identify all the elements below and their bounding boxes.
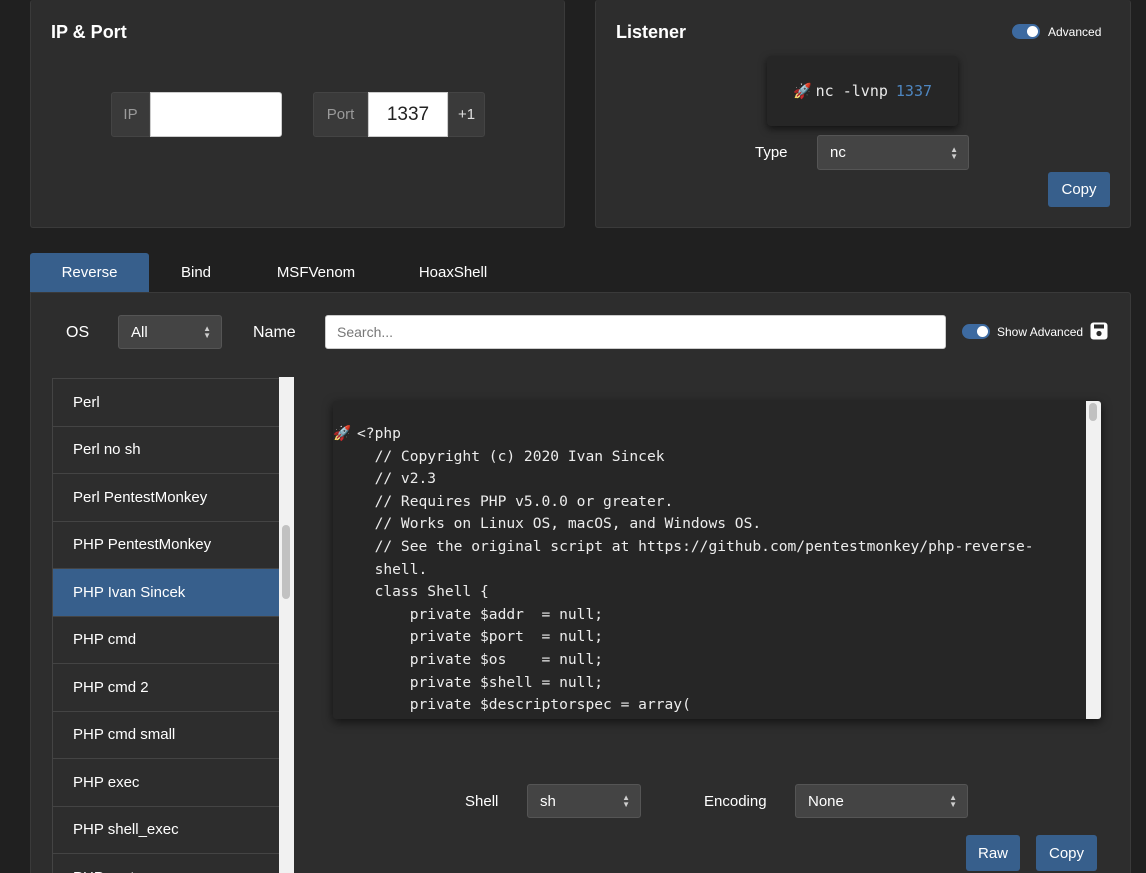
code-scroll-thumb[interactable] bbox=[1089, 403, 1097, 421]
code-line-text: <?php bbox=[357, 425, 401, 442]
code-line: 🚀 <?php bbox=[333, 423, 1067, 446]
ip-port-card: IP & Port IP Port 1337 +1 bbox=[30, 0, 565, 228]
code-line: private $addr = null; bbox=[357, 604, 1067, 627]
code-line: private $port = null; bbox=[357, 626, 1067, 649]
listener-command: 🚀 nc -lvnp 1337 bbox=[767, 56, 958, 126]
tab-hoaxshell[interactable]: HoaxShell bbox=[400, 253, 506, 292]
ip-addon-label: IP bbox=[111, 92, 150, 137]
code-line-text: private $descriptorspec = array( bbox=[357, 696, 691, 714]
code-line: private $descriptorspec = array( bbox=[357, 694, 1067, 717]
code-line-text: shell. bbox=[357, 560, 428, 578]
port-addon-label: Port bbox=[313, 92, 368, 137]
copy-button[interactable]: Copy bbox=[1036, 835, 1097, 871]
shell-list-item[interactable]: PHP cmd small bbox=[52, 711, 279, 759]
type-select[interactable]: nc ▲ ▼ bbox=[817, 135, 969, 170]
code-line: class Shell { bbox=[357, 581, 1067, 604]
code-line-text: // Works on Linux OS, macOS, and Windows… bbox=[357, 515, 762, 533]
shell-list-item[interactable]: PHP shell_exec bbox=[52, 806, 279, 854]
shell-list-item[interactable]: PHP cmd 2 bbox=[52, 664, 279, 712]
listener-copy-button[interactable]: Copy bbox=[1048, 172, 1110, 207]
code-line: private $os = null; bbox=[357, 649, 1067, 672]
code-line: // v2.3 bbox=[357, 468, 1067, 491]
search-input[interactable]: Search... bbox=[325, 315, 946, 349]
select-arrows-icon: ▲ ▼ bbox=[622, 793, 630, 809]
advanced-toggle[interactable] bbox=[1012, 24, 1040, 39]
ip-port-title: IP & Port bbox=[51, 22, 127, 42]
shell-list-item[interactable]: PHP PentestMonkey bbox=[52, 521, 279, 569]
code-line-text: // See the original script at https://gi… bbox=[357, 537, 1034, 555]
advanced-label: Advanced bbox=[1048, 25, 1102, 39]
code-line: // See the original script at https://gi… bbox=[357, 536, 1067, 559]
shell-select-value: sh bbox=[540, 792, 556, 810]
code-line-text: // Copyright (c) 2020 Ivan Sincek bbox=[357, 447, 665, 465]
name-label: Name bbox=[253, 324, 296, 341]
code-scrollbar[interactable] bbox=[1086, 401, 1101, 719]
code-line-text: private $port = null; bbox=[357, 628, 604, 646]
save-icon[interactable] bbox=[1090, 322, 1108, 340]
select-arrows-icon: ▲ ▼ bbox=[949, 793, 957, 809]
code-line: private $shell = null; bbox=[357, 672, 1067, 695]
show-advanced-label: Show Advanced bbox=[997, 325, 1084, 339]
encoding-label: Encoding bbox=[704, 793, 767, 810]
listener-card: Listener Advanced 🚀 nc -lvnp 1337 Type n… bbox=[595, 0, 1131, 228]
ip-input[interactable] bbox=[150, 92, 282, 137]
code-line-text: // v2.3 bbox=[357, 470, 437, 488]
code-line: // Works on Linux OS, macOS, and Windows… bbox=[357, 513, 1067, 536]
listener-command-port: 1337 bbox=[895, 82, 933, 100]
type-label: Type bbox=[755, 144, 788, 161]
encoding-select-value: None bbox=[808, 792, 844, 810]
os-select[interactable]: All ▲ ▼ bbox=[118, 315, 222, 349]
listener-title: Listener bbox=[616, 22, 687, 42]
rocket-icon: 🚀 bbox=[792, 82, 812, 100]
os-select-value: All bbox=[131, 323, 148, 341]
payload-code[interactable]: 🚀 <?php // Copyright (c) 2020 Ivan Sincek… bbox=[333, 423, 1067, 720]
code-line-text: private $addr = null; bbox=[357, 605, 604, 623]
shell-label: Shell bbox=[465, 793, 499, 810]
code-line-text: // Requires PHP v5.0.0 or greater. bbox=[357, 492, 674, 510]
code-line-text: class Shell { bbox=[357, 583, 489, 601]
os-label: OS bbox=[66, 324, 90, 341]
select-arrows-icon: ▲ ▼ bbox=[203, 324, 211, 340]
tab-msfvenom[interactable]: MSFVenom bbox=[256, 253, 376, 292]
rocket-icon: 🚀 bbox=[333, 425, 352, 442]
shell-list-item[interactable]: Perl bbox=[52, 379, 279, 427]
code-line: shell. bbox=[357, 559, 1067, 582]
code-line: // Copyright (c) 2020 Ivan Sincek bbox=[357, 446, 1067, 469]
shell-list-scroll-thumb[interactable] bbox=[282, 525, 290, 599]
show-advanced-toggle[interactable] bbox=[962, 324, 990, 339]
raw-button[interactable]: Raw bbox=[966, 835, 1020, 871]
port-input[interactable]: 1337 bbox=[368, 92, 448, 137]
shell-list-item[interactable]: PHP Ivan Sincek bbox=[52, 569, 279, 617]
port-increment-button[interactable]: +1 bbox=[448, 92, 485, 137]
code-line: 0 => array('pipe', 'r'), bbox=[357, 717, 1067, 720]
code-line-text: private $shell = null; bbox=[357, 673, 604, 691]
shell-list-item[interactable]: PHP system bbox=[52, 854, 279, 873]
code-line: // Requires PHP v5.0.0 or greater. bbox=[357, 491, 1067, 514]
shell-list-scrollbar[interactable] bbox=[279, 377, 294, 873]
shell-list-item[interactable]: PHP cmd bbox=[52, 616, 279, 664]
shell-list: Perl Perl no sh Perl PentestMonkey PHP Pent… bbox=[52, 378, 279, 873]
reverse-shell-panel: OS All ▲ ▼ Name Search... Show Advanced P… bbox=[30, 292, 1131, 873]
shell-select[interactable]: sh ▲ ▼ bbox=[527, 784, 641, 818]
shell-list-item[interactable]: PHP exec bbox=[52, 759, 279, 807]
tab-reverse[interactable]: Reverse bbox=[30, 253, 149, 292]
shell-list-item[interactable]: Perl PentestMonkey bbox=[52, 474, 279, 522]
encoding-select[interactable]: None ▲ ▼ bbox=[795, 784, 968, 818]
code-line-text: private $os = null; bbox=[357, 650, 604, 668]
listener-command-text: nc -lvnp bbox=[815, 82, 888, 100]
type-select-value: nc bbox=[830, 144, 846, 161]
payload-code-box: 🚀 <?php // Copyright (c) 2020 Ivan Sincek… bbox=[333, 401, 1101, 719]
tab-bind[interactable]: Bind bbox=[160, 253, 232, 292]
select-arrows-icon: ▲ ▼ bbox=[950, 144, 958, 161]
shell-list-item[interactable]: Perl no sh bbox=[52, 426, 279, 474]
